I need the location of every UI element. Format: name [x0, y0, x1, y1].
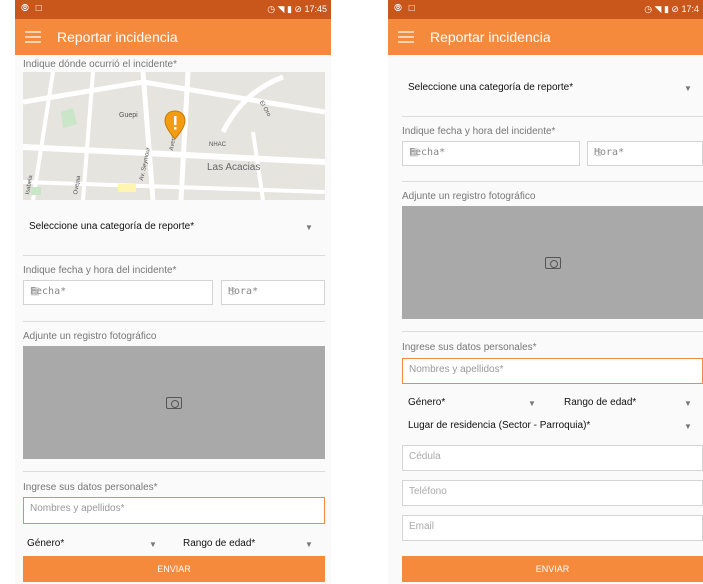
menu-icon[interactable] — [25, 31, 41, 43]
category-dropdown[interactable]: Seleccione una categoría de reporte* — [29, 221, 194, 232]
date-field[interactable]: Fecha* ▦ — [402, 141, 580, 166]
status-time: 17:45 — [304, 4, 327, 14]
status-bar: ⦾ □ ◷ ◥ ▮ ⊘ 17:45 — [15, 0, 331, 19]
status-signal-icons: ◷ ◥ ▮ ⊘ — [267, 4, 305, 14]
submit-button[interactable]: ENVIAR — [23, 556, 325, 582]
photo-label: Adjunte un registro fotográfico — [23, 331, 157, 342]
full-name-input[interactable]: Nombres y apellidos* — [402, 358, 703, 384]
photo-upload-area[interactable] — [23, 346, 325, 459]
location-map[interactable]: Guepi Avenida de Av. Seymour Las Acacias… — [23, 72, 325, 200]
status-left-icons: ⦾ □ — [394, 3, 417, 14]
photo-upload-area[interactable] — [402, 206, 703, 319]
gender-chevron-down-icon[interactable]: ▼ — [149, 540, 157, 549]
email-input[interactable]: Email — [402, 515, 703, 541]
category-chevron-down-icon[interactable]: ▼ — [684, 84, 692, 93]
divider — [23, 321, 325, 322]
map-place: Las Acacias — [207, 162, 261, 173]
divider — [402, 331, 703, 332]
app-bar: Reportar incidencia — [388, 19, 703, 55]
clock-icon[interactable]: ◷ — [228, 286, 318, 297]
calendar-icon[interactable]: ▦ — [30, 286, 206, 297]
category-dropdown[interactable]: Seleccione una categoría de reporte* — [408, 82, 573, 93]
left-phone-screen: ⦾ □ ◷ ◥ ▮ ⊘ 17:45 Reportar incidencia In… — [15, 0, 331, 584]
clock-icon[interactable]: ◷ — [594, 147, 696, 158]
gender-chevron-down-icon[interactable]: ▼ — [528, 399, 536, 408]
full-name-placeholder: Nombres y apellidos* — [409, 364, 504, 375]
category-chevron-down-icon[interactable]: ▼ — [305, 223, 313, 232]
photo-label: Adjunte un registro fotográfico — [402, 191, 536, 202]
camera-icon[interactable] — [166, 396, 182, 409]
divider — [402, 116, 703, 117]
residence-chevron-down-icon[interactable]: ▼ — [684, 422, 692, 431]
age-chevron-down-icon[interactable]: ▼ — [684, 399, 692, 408]
time-field[interactable]: Hora* ◷ — [587, 141, 703, 166]
map-label: Indique dónde ocurrió el incidente* — [23, 59, 177, 70]
status-left-icons: ⦾ □ — [21, 3, 44, 14]
gender-dropdown[interactable]: Género* — [27, 538, 64, 549]
age-chevron-down-icon[interactable]: ▼ — [305, 540, 313, 549]
status-signal-icons: ◷ ◥ ▮ ⊘ — [644, 4, 682, 14]
right-phone-screen: ⦾ □ ◷ ◥ ▮ ⊘ 17:4 Reportar incidencia Sel… — [388, 0, 703, 584]
map-place: Guepi — [119, 112, 138, 119]
map-place: NHAC — [209, 142, 227, 148]
cedula-input[interactable]: Cédula — [402, 445, 703, 471]
calendar-icon[interactable]: ▦ — [409, 147, 573, 158]
personal-data-label: Ingrese sus datos personales* — [23, 482, 158, 493]
camera-icon[interactable] — [544, 256, 561, 269]
full-name-placeholder: Nombres y apellidos* — [30, 503, 125, 514]
date-field[interactable]: Fecha* ▦ — [23, 280, 213, 305]
location-marker-icon[interactable] — [164, 110, 186, 140]
time-field[interactable]: Hora* ◷ — [221, 280, 325, 305]
app-title: Reportar incidencia — [57, 29, 178, 45]
submit-button[interactable]: ENVIAR — [402, 556, 703, 582]
phone-input[interactable]: Teléfono — [402, 480, 703, 506]
divider — [23, 471, 325, 472]
app-bar: Reportar incidencia — [15, 19, 331, 55]
divider — [23, 255, 325, 256]
personal-data-label: Ingrese sus datos personales* — [402, 342, 537, 353]
menu-icon[interactable] — [398, 31, 414, 43]
date-time-label: Indique fecha y hora del incidente* — [23, 265, 177, 276]
email-placeholder: Email — [409, 521, 435, 532]
divider — [402, 181, 703, 182]
date-time-label: Indique fecha y hora del incidente* — [402, 126, 556, 137]
full-name-input[interactable]: Nombres y apellidos* — [23, 497, 325, 524]
status-time: 17:4 — [681, 4, 699, 14]
phone-placeholder: Teléfono — [409, 486, 447, 497]
app-title: Reportar incidencia — [430, 29, 551, 45]
status-bar: ⦾ □ ◷ ◥ ▮ ⊘ 17:4 — [388, 0, 703, 19]
age-range-dropdown[interactable]: Rango de edad* — [183, 538, 255, 549]
age-range-dropdown[interactable]: Rango de edad* — [564, 397, 636, 408]
cedula-placeholder: Cédula — [409, 451, 441, 462]
gender-dropdown[interactable]: Género* — [408, 397, 445, 408]
residence-dropdown[interactable]: Lugar de residencia (Sector - Parroquia)… — [408, 420, 590, 431]
